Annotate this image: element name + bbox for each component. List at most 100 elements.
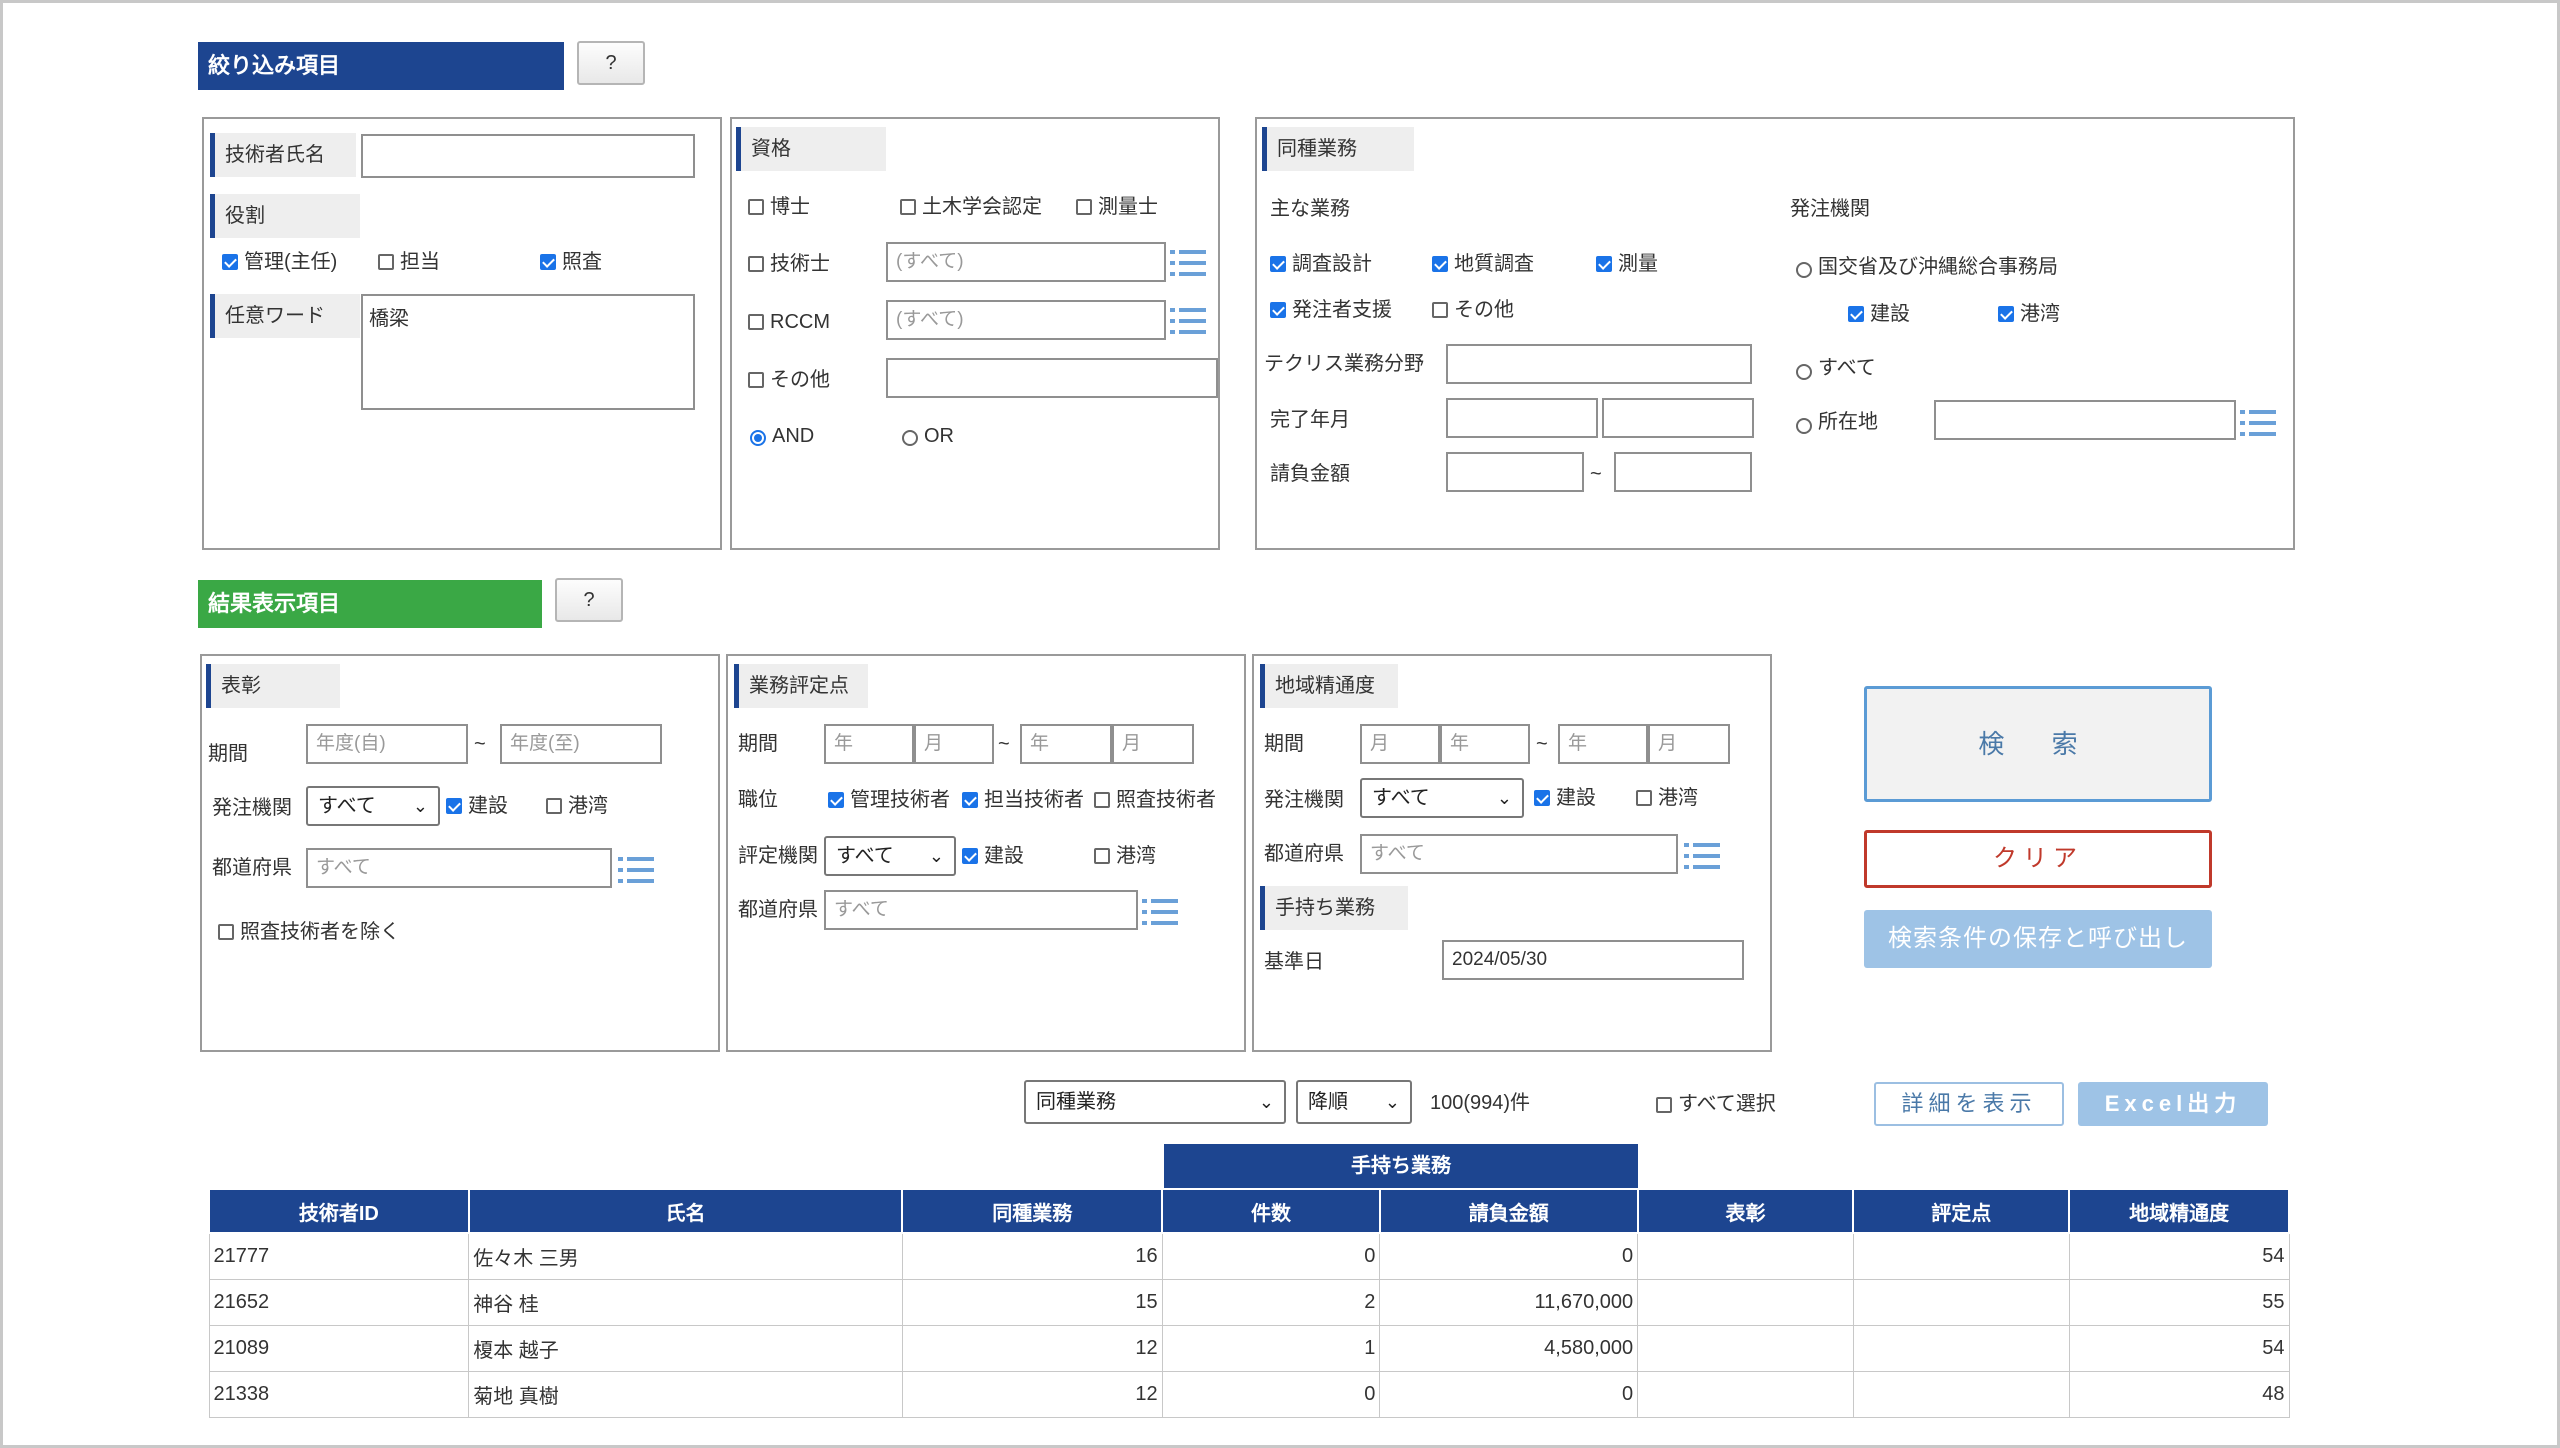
position-checker-label: 照査技術者 bbox=[1116, 789, 1216, 811]
position-manager-checkbox[interactable] bbox=[828, 792, 844, 808]
qual-surveyor-label: 測量士 bbox=[1098, 196, 1158, 218]
evaluation-construction-checkbox[interactable] bbox=[962, 848, 978, 864]
qual-other-input[interactable] bbox=[886, 358, 1218, 398]
work-design-checkbox[interactable] bbox=[1270, 256, 1286, 272]
similar-work-panel bbox=[1255, 117, 2295, 550]
sort-order-select[interactable]: 降順 ⌄ bbox=[1296, 1080, 1412, 1124]
col-header-similar[interactable]: 同種業務 bbox=[901, 1188, 1164, 1234]
col-header-id[interactable]: 技術者ID bbox=[208, 1188, 470, 1234]
regional-pref-list-icon[interactable] bbox=[1684, 841, 1720, 871]
work-survey-checkbox[interactable] bbox=[1596, 256, 1612, 272]
show-detail-button[interactable]: 詳細を表示 bbox=[1874, 1082, 2064, 1126]
techris-input[interactable] bbox=[1446, 344, 1752, 384]
qual-jsce-checkbox[interactable] bbox=[900, 199, 916, 215]
orderer-construction-label: 建設 bbox=[1870, 303, 1910, 325]
role-staff-checkbox[interactable] bbox=[378, 254, 394, 270]
completion-to-input[interactable] bbox=[1602, 398, 1754, 438]
position-checker-checkbox[interactable] bbox=[1094, 792, 1110, 808]
award-pref-list-icon[interactable] bbox=[618, 855, 654, 885]
table-row[interactable]: 21089 榎本 越子 12 1 4,580,000 54 bbox=[208, 1324, 2290, 1372]
orderer-mlit-radio[interactable] bbox=[1796, 262, 1812, 278]
work-geology-checkbox[interactable] bbox=[1432, 256, 1448, 272]
qual-other-checkbox[interactable] bbox=[748, 372, 764, 388]
regional-from-year-input[interactable]: 年 bbox=[1440, 724, 1530, 764]
completion-from-input[interactable] bbox=[1446, 398, 1598, 438]
cell-name[interactable]: 佐々木 三男 bbox=[468, 1232, 903, 1280]
orderer-location-radio[interactable] bbox=[1796, 418, 1812, 434]
orderer-all-radio[interactable] bbox=[1796, 364, 1812, 380]
award-to-input[interactable]: 年度(至) bbox=[500, 724, 662, 764]
table-row[interactable]: 21338 菊地 真樹 12 0 0 48 bbox=[208, 1370, 2290, 1418]
regional-to-month-input[interactable]: 月 bbox=[1648, 724, 1730, 764]
orderer-location-list-icon[interactable] bbox=[2240, 408, 2276, 438]
award-construction-label: 建設 bbox=[468, 795, 508, 817]
filter-help-button[interactable]: ? bbox=[577, 41, 645, 85]
regional-construction-checkbox[interactable] bbox=[1534, 790, 1550, 806]
select-all-checkbox[interactable] bbox=[1656, 1097, 1672, 1113]
amount-from-input[interactable] bbox=[1446, 452, 1584, 492]
amount-to-input[interactable] bbox=[1614, 452, 1752, 492]
evaluation-pref-input[interactable]: すべて bbox=[824, 890, 1138, 930]
qual-rccm-checkbox[interactable] bbox=[748, 314, 764, 330]
result-help-button[interactable]: ? bbox=[555, 578, 623, 622]
col-header-amount[interactable]: 請負金額 bbox=[1378, 1188, 1639, 1234]
regional-from-month-input[interactable]: 月 bbox=[1360, 724, 1440, 764]
role-manager-checkbox[interactable] bbox=[222, 254, 238, 270]
save-load-conditions-button[interactable]: 検索条件の保存と呼び出し bbox=[1864, 910, 2212, 968]
work-support-checkbox[interactable] bbox=[1270, 302, 1286, 318]
col-header-award[interactable]: 表彰 bbox=[1636, 1188, 1855, 1234]
evaluation-from-year-input[interactable]: 年 bbox=[824, 724, 914, 764]
qual-rccm-input[interactable]: (すべて) bbox=[886, 300, 1166, 340]
evaluation-port-checkbox[interactable] bbox=[1094, 848, 1110, 864]
role-checker-checkbox[interactable] bbox=[540, 254, 556, 270]
evaluation-orderer-select[interactable]: すべて ⌄ bbox=[824, 836, 956, 876]
cell-name[interactable]: 菊地 真樹 bbox=[468, 1370, 903, 1418]
regional-pref-input[interactable]: すべて bbox=[1360, 834, 1678, 874]
qual-pe-input[interactable]: (すべて) bbox=[886, 242, 1166, 282]
evaluation-to-year-input[interactable]: 年 bbox=[1020, 724, 1112, 764]
orderer-construction-checkbox[interactable] bbox=[1848, 306, 1864, 322]
qual-doctor-checkbox[interactable] bbox=[748, 199, 764, 215]
col-header-count[interactable]: 件数 bbox=[1161, 1188, 1381, 1234]
award-construction-checkbox[interactable] bbox=[446, 798, 462, 814]
result-count: 100(994)件 bbox=[1430, 1092, 1531, 1114]
keyword-textarea[interactable]: 橋梁 bbox=[361, 294, 695, 410]
evaluation-pref-list-icon[interactable] bbox=[1142, 897, 1178, 927]
col-header-score[interactable]: 評定点 bbox=[1852, 1188, 2071, 1234]
award-exclude-checkbox[interactable] bbox=[218, 924, 234, 940]
qual-surveyor-checkbox[interactable] bbox=[1076, 199, 1092, 215]
excel-export-button[interactable]: Excel出力 bbox=[2078, 1082, 2268, 1126]
work-other-checkbox[interactable] bbox=[1432, 302, 1448, 318]
logic-or-radio[interactable] bbox=[902, 430, 918, 446]
col-header-name[interactable]: 氏名 bbox=[467, 1188, 904, 1234]
qual-pe-checkbox[interactable] bbox=[748, 256, 764, 272]
award-from-input[interactable]: 年度(自) bbox=[306, 724, 468, 764]
logic-and-radio[interactable] bbox=[750, 430, 766, 446]
qual-rccm-list-icon[interactable] bbox=[1170, 306, 1206, 336]
table-row[interactable]: 21652 神谷 桂 15 2 11,670,000 55 bbox=[208, 1278, 2290, 1326]
evaluation-position-label: 職位 bbox=[738, 789, 778, 811]
base-date-input[interactable]: 2024/05/30 bbox=[1442, 940, 1744, 980]
regional-to-year-input[interactable]: 年 bbox=[1558, 724, 1648, 764]
qual-pe-list-icon[interactable] bbox=[1170, 248, 1206, 278]
evaluation-from-month-input[interactable]: 月 bbox=[914, 724, 994, 764]
clear-button[interactable]: クリア bbox=[1864, 830, 2212, 888]
award-orderer-select[interactable]: すべて ⌄ bbox=[306, 786, 440, 826]
regional-port-checkbox[interactable] bbox=[1636, 790, 1652, 806]
regional-orderer-select[interactable]: すべて ⌄ bbox=[1360, 778, 1524, 818]
award-pref-input[interactable]: すべて bbox=[306, 848, 612, 888]
cell-name[interactable]: 神谷 桂 bbox=[468, 1278, 903, 1326]
cell-amount: 4,580,000 bbox=[1379, 1324, 1639, 1372]
orderer-port-checkbox[interactable] bbox=[1998, 306, 2014, 322]
engineer-name-input[interactable] bbox=[361, 134, 695, 178]
sort-field-select[interactable]: 同種業務 ⌄ bbox=[1024, 1080, 1286, 1124]
position-staff-checkbox[interactable] bbox=[962, 792, 978, 808]
cell-name[interactable]: 榎本 越子 bbox=[468, 1324, 903, 1372]
col-header-regional[interactable]: 地域精通度 bbox=[2068, 1188, 2290, 1234]
table-row[interactable]: 21777 佐々木 三男 16 0 0 54 bbox=[208, 1232, 2290, 1280]
award-port-checkbox[interactable] bbox=[546, 798, 562, 814]
evaluation-to-month-input[interactable]: 月 bbox=[1112, 724, 1194, 764]
search-button[interactable]: 検 索 bbox=[1864, 686, 2212, 802]
orderer-location-input[interactable] bbox=[1934, 400, 2236, 440]
work-geology-label: 地質調査 bbox=[1454, 253, 1534, 275]
